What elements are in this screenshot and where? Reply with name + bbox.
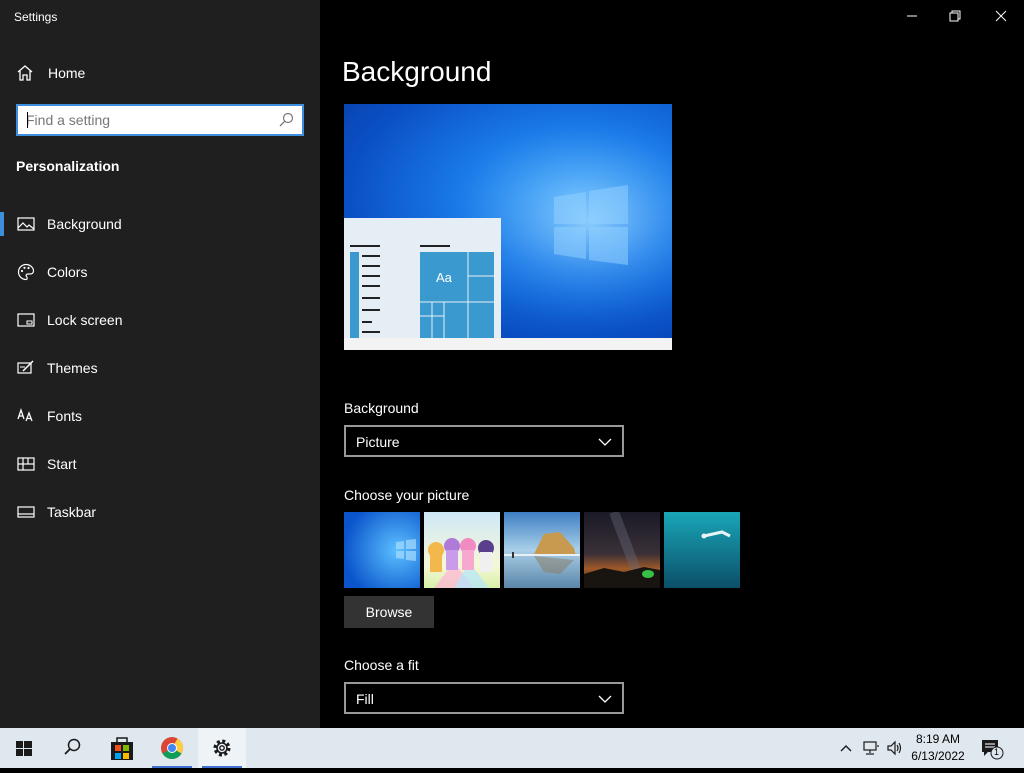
app-title: Settings xyxy=(14,10,58,24)
notification-center-button[interactable]: 1 xyxy=(978,736,1004,760)
background-preview: Aa xyxy=(344,104,672,350)
picture-thumbnail-windows[interactable] xyxy=(344,512,420,588)
sidebar-item-start[interactable]: Start xyxy=(0,444,320,484)
picture-thumbnail-night-sky[interactable] xyxy=(584,512,660,588)
microsoft-store-button[interactable] xyxy=(98,728,146,768)
close-icon xyxy=(995,10,1007,22)
preview-taskbar xyxy=(344,338,672,350)
sidebar-item-fonts[interactable]: Fonts xyxy=(0,396,320,436)
choose-fit-value: Fill xyxy=(356,691,374,707)
start-button[interactable] xyxy=(0,728,48,768)
background-type-dropdown[interactable]: Picture xyxy=(344,425,624,457)
store-icon xyxy=(111,737,133,760)
sidebar-item-label: Taskbar xyxy=(47,504,97,520)
search-input[interactable] xyxy=(26,110,266,130)
home-icon xyxy=(17,65,33,81)
preview-tile-text: Aa xyxy=(436,270,452,285)
search-icon[interactable] xyxy=(278,112,294,128)
taskbar-search-button[interactable] xyxy=(48,728,96,768)
sidebar-item-label: Fonts xyxy=(47,408,83,424)
close-button[interactable] xyxy=(978,0,1024,32)
sidebar-item-taskbar[interactable]: Taskbar xyxy=(0,492,320,532)
chevron-down-icon xyxy=(598,695,612,703)
minimize-button[interactable] xyxy=(888,0,934,32)
chrome-button[interactable] xyxy=(148,728,196,768)
chevron-up-icon[interactable] xyxy=(838,740,854,756)
sidebar-item-label: Background xyxy=(47,216,122,232)
network-icon[interactable] xyxy=(862,740,880,756)
notification-count: 1 xyxy=(994,747,1000,757)
chevron-down-icon xyxy=(598,438,612,446)
page-title: Background xyxy=(342,56,492,87)
sidebar: Settings Home Personalization Background xyxy=(0,0,320,728)
start-icon xyxy=(17,457,35,471)
search-box[interactable] xyxy=(16,104,304,136)
clock-time: 8:19 AM xyxy=(915,732,961,746)
restore-icon xyxy=(949,10,961,22)
picture-icon xyxy=(17,217,35,231)
sidebar-item-background[interactable]: Background xyxy=(0,204,320,244)
background-label: Background xyxy=(344,400,419,416)
picture-thumbnail-ponies[interactable] xyxy=(424,512,500,588)
sidebar-item-label: Colors xyxy=(47,264,88,280)
palette-icon xyxy=(17,263,35,281)
restore-button[interactable] xyxy=(932,0,978,32)
text-caret xyxy=(27,112,28,128)
taskbar: 8:19 AM 6/13/2022 1 xyxy=(0,728,1024,768)
choose-fit-dropdown[interactable]: Fill xyxy=(344,682,624,714)
picture-thumbnail-underwater[interactable] xyxy=(664,512,740,588)
notification-icon xyxy=(982,740,1004,760)
gear-icon xyxy=(213,739,231,757)
fonts-icon xyxy=(17,407,33,422)
home-nav-item[interactable]: Home xyxy=(0,56,320,92)
sidebar-item-label: Start xyxy=(47,456,77,472)
taskbar-icon xyxy=(17,506,35,518)
sidebar-item-colors[interactable]: Colors xyxy=(0,252,320,292)
sidebar-item-themes[interactable]: Themes xyxy=(0,348,320,388)
volume-icon[interactable] xyxy=(886,740,904,756)
preview-start-menu: Aa xyxy=(344,218,501,338)
sidebar-item-label: Lock screen xyxy=(47,312,123,328)
choose-picture-label: Choose your picture xyxy=(344,487,470,503)
home-label: Home xyxy=(48,65,86,81)
choose-fit-label: Choose a fit xyxy=(344,657,419,673)
themes-icon xyxy=(17,360,34,374)
sidebar-item-label: Themes xyxy=(47,360,98,376)
picture-thumbnail-beach-rocks[interactable] xyxy=(504,512,580,588)
lock-screen-icon xyxy=(17,313,35,327)
chrome-icon xyxy=(161,737,183,759)
section-title: Personalization xyxy=(16,158,120,174)
windows-logo-icon xyxy=(16,741,32,756)
main-content: Background Aa Background Picture Choose … xyxy=(320,0,1024,728)
background-type-value: Picture xyxy=(356,434,400,450)
minimize-icon xyxy=(907,15,917,17)
settings-taskbar-button[interactable] xyxy=(198,728,246,768)
search-icon xyxy=(64,738,81,755)
settings-window: Settings Home Personalization Background xyxy=(0,0,1024,728)
clock-date: 6/13/2022 xyxy=(911,749,965,763)
system-clock[interactable]: 8:19 AM 6/13/2022 xyxy=(908,731,968,765)
sidebar-item-lock-screen[interactable]: Lock screen xyxy=(0,300,320,340)
browse-button[interactable]: Browse xyxy=(344,596,434,628)
